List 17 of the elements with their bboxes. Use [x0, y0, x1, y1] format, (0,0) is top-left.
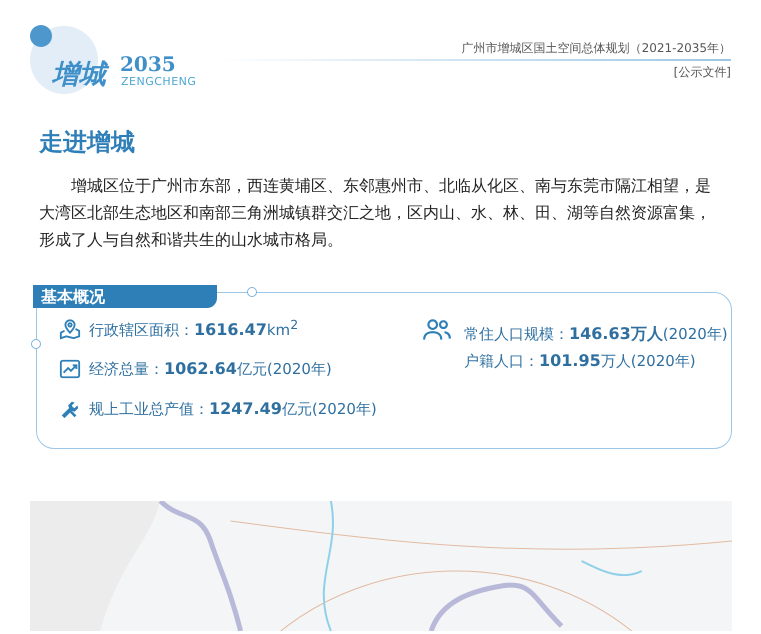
trend-chart-icon: [59, 358, 81, 380]
stat-text: 规上工业总产值：1247.49亿元(2020年): [89, 399, 377, 419]
stat-text: 经济总量：1062.64亿元(2020年): [89, 359, 332, 379]
document-status: [公示文件]: [674, 64, 731, 81]
logo-dot: [30, 25, 52, 47]
stat-text: 行政辖区面积：1616.47km$^{2}$: [89, 317, 298, 340]
section-heading: 走进增城: [39, 127, 136, 158]
map-pin-icon: [59, 318, 81, 340]
stat-text: 户籍人口：101.95万人(2020年): [464, 351, 697, 371]
ring-marker: [31, 339, 41, 349]
document-title: 广州市增城区国土空间总体规划（2021-2035年）: [462, 40, 731, 57]
overview-title: 基本概况: [33, 285, 217, 308]
logo-year: 2035: [120, 52, 176, 76]
ring-marker: [247, 287, 257, 297]
logo-subtitle: ZENGCHENG: [121, 75, 196, 88]
stat-text: 常住人口规模：146.63万人(2020年): [464, 324, 728, 345]
intro-paragraph: 增城区位于广州市东部，西连黄埔区、东邻惠州市、北临从化区、南与东莞市隔江相望，是大湾区北部生态地区和南部三角洲城镇群交汇之地，区内山、水、林、田、湖等自然资源富集，形成了人与自然和谐共生的山水城市格局。: [39, 175, 712, 251]
